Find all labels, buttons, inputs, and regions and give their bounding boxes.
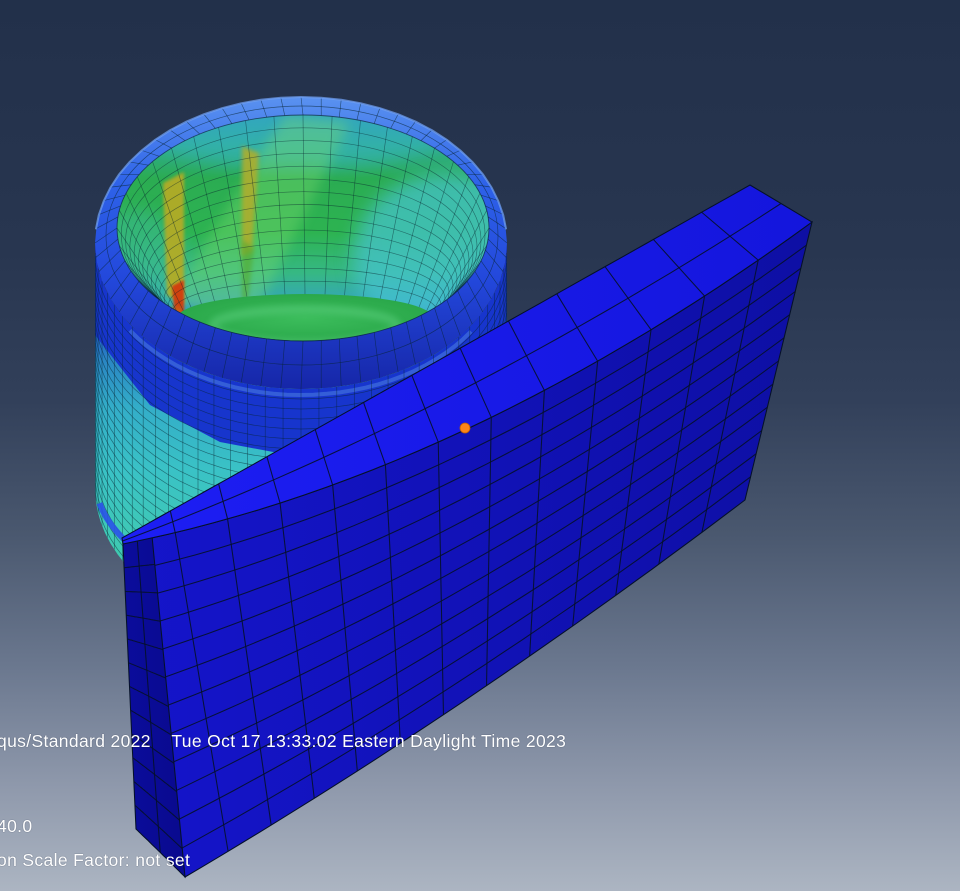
abaqus-viewport[interactable]: qus/Standard 2022 Tue Oct 17 13:33:02 Ea… — [0, 0, 960, 891]
node-marker-dot[interactable] — [459, 422, 471, 434]
viewport-3d-scene[interactable] — [0, 0, 960, 891]
annotation-solver-line: qus/Standard 2022 Tue Oct 17 13:33:02 Ea… — [0, 731, 567, 751]
annotation-step-time-line: 40.0 — [0, 816, 33, 836]
annotation-deformation-line: on Scale Factor: not set — [0, 850, 191, 870]
